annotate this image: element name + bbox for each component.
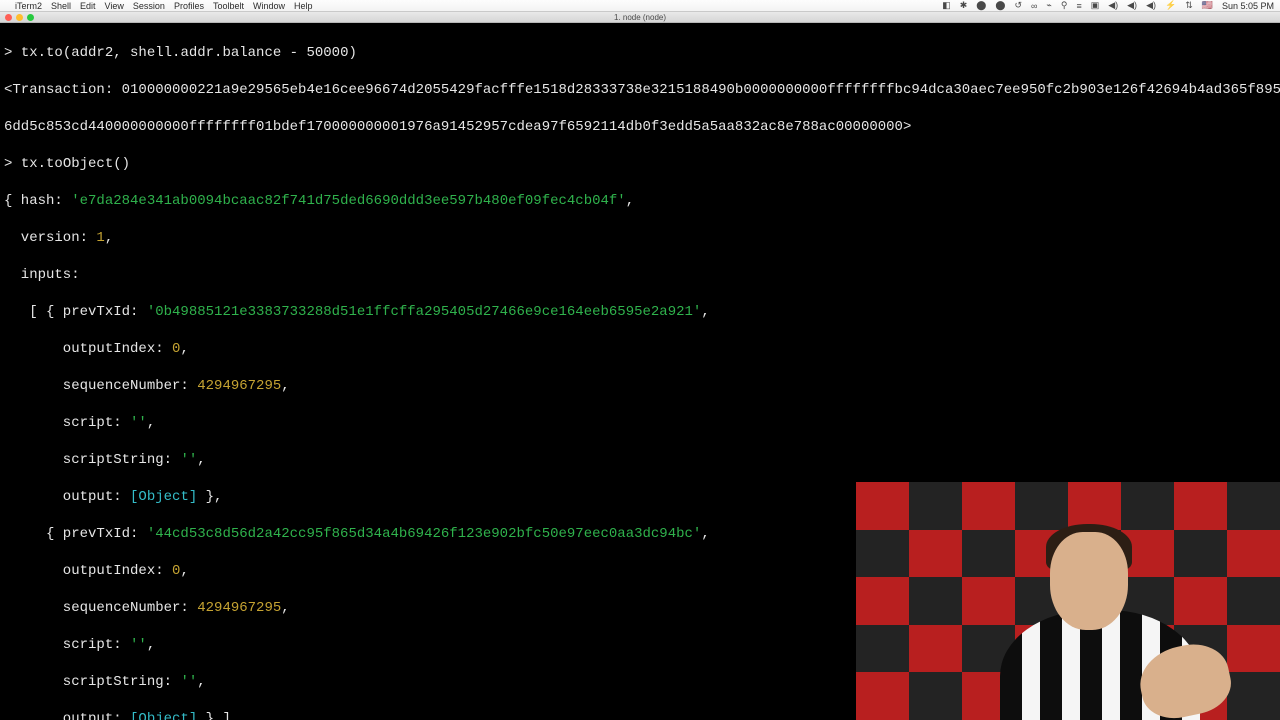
menubar-right: ◧ ✱ ⬤ ⬤ ↺ ∞ ⌁ ⚲ ≡ ▣ ◀) ◀) ◀) ⚡ ⇅ 🇺🇸 Sun … [942, 0, 1274, 11]
sequence-value: 4294967295 [197, 600, 281, 616]
status-icon[interactable]: ∞ [1031, 1, 1037, 11]
volume-icon[interactable]: ◀) [1108, 0, 1118, 11]
traffic-lights [5, 14, 34, 21]
person-head [1050, 532, 1128, 630]
script-value: '' [130, 415, 147, 431]
menubar-item-toolbelt[interactable]: Toolbelt [213, 1, 244, 11]
sequence-value: 4294967295 [197, 378, 281, 394]
menubar-item-view[interactable]: View [105, 1, 124, 11]
menubar-item-session[interactable]: Session [133, 1, 165, 11]
display-icon[interactable]: ▣ [1091, 0, 1100, 11]
control-center-icon[interactable]: ≡ [1076, 1, 1081, 11]
flag-icon[interactable]: 🇺🇸 [1202, 0, 1213, 11]
repl-input: tx.toObject() [21, 156, 130, 172]
spotlight-icon[interactable]: ⚲ [1061, 0, 1068, 11]
object-tag: [Object] [130, 489, 197, 505]
scriptstring-value: '' [180, 674, 197, 690]
macos-menubar: iTerm2 Shell Edit View Session Profiles … [0, 0, 1280, 12]
volume-icon[interactable]: ◀) [1127, 0, 1137, 11]
status-icon[interactable]: ⬤ [976, 0, 986, 11]
menubar-left: iTerm2 Shell Edit View Session Profiles … [6, 1, 313, 11]
status-icon[interactable]: ◧ [942, 0, 951, 11]
menubar-clock[interactable]: Sun 5:05 PM [1222, 1, 1274, 11]
prevtxid-value: '0b49885121e3383733288d51e1ffcffa295405d… [147, 304, 702, 320]
menubar-item-profiles[interactable]: Profiles [174, 1, 204, 11]
script-value: '' [130, 637, 147, 653]
window-titlebar[interactable]: 1. node (node) [0, 12, 1280, 23]
object-tag: [Object] [130, 711, 197, 720]
repl-input: tx.to(addr2, shell.addr.balance - 50000) [21, 45, 357, 61]
menubar-app-name[interactable]: iTerm2 [15, 1, 42, 11]
minimize-window-icon[interactable] [16, 14, 23, 21]
repl-output: 6dd5c853cd440000000000ffffffff01bdef1700… [4, 118, 1276, 137]
status-icon[interactable]: ✱ [960, 0, 968, 11]
menubar-item-window[interactable]: Window [253, 1, 285, 11]
window-title: 1. node (node) [614, 13, 666, 22]
webcam-overlay [856, 482, 1280, 720]
webcam-person [980, 520, 1200, 720]
status-icon[interactable]: ⌁ [1046, 0, 1051, 11]
volume-icon[interactable]: ◀) [1146, 0, 1156, 11]
close-window-icon[interactable] [5, 14, 12, 21]
menubar-item-help[interactable]: Help [294, 1, 313, 11]
menubar-item-edit[interactable]: Edit [80, 1, 96, 11]
wifi-icon[interactable]: ⇅ [1185, 0, 1193, 11]
zoom-window-icon[interactable] [27, 14, 34, 21]
repl-output: <Transaction: 010000000221a9e29565eb4e16… [4, 81, 1276, 100]
version-value: 1 [96, 230, 104, 246]
prevtxid-value: '44cd53c8d56d2a42cc95f865d34a4b69426f123… [147, 526, 702, 542]
battery-icon[interactable]: ⚡ [1165, 0, 1176, 11]
status-icon[interactable]: ↺ [1014, 0, 1022, 11]
menubar-item-shell[interactable]: Shell [51, 1, 71, 11]
hash-value: 'e7da284e341ab0094bcaac82f741d75ded6690d… [71, 193, 626, 209]
scriptstring-value: '' [180, 452, 197, 468]
status-icon[interactable]: ⬤ [995, 0, 1005, 11]
